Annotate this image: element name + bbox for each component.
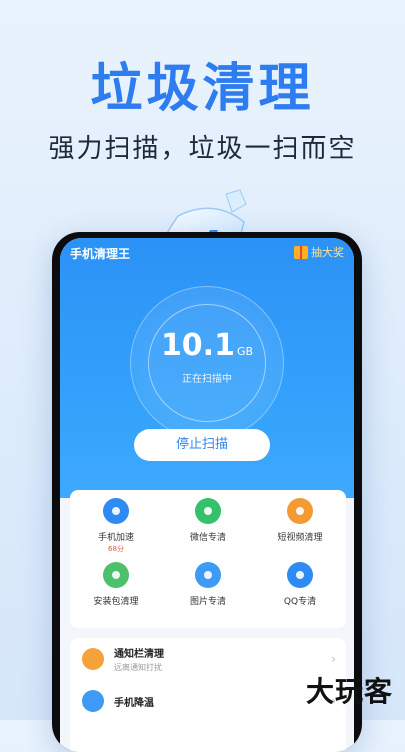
thermometer-icon <box>82 690 104 712</box>
junk-size-unit: GB <box>236 345 254 358</box>
tool-item[interactable]: 安装包清理 <box>70 562 162 626</box>
tool-label: 短视频清理 <box>277 533 323 543</box>
bell-icon <box>82 648 104 670</box>
feature-text: 手机降温 <box>114 694 154 709</box>
tool-label: 微信专清 <box>189 533 226 543</box>
tool-item[interactable]: 微信专清 <box>162 498 254 562</box>
prize-button[interactable]: 抽大奖 <box>294 244 344 260</box>
feature-row[interactable]: 手机降温 › <box>70 680 346 722</box>
tool-sub: 68分 <box>108 545 124 553</box>
tool-item[interactable]: 短视频清理 <box>254 498 346 562</box>
feature-list-card: 通知栏清理 远离通知打扰 › 手机降温 › <box>70 638 346 752</box>
app-title: 手机清理王 <box>70 247 131 261</box>
tools-grid: 手机加速 68分 微信专清 短视频清理安装包清理 图片专清 QQ专清 <box>70 490 346 626</box>
gift-icon <box>294 245 308 259</box>
scan-status-text: 正在扫描中 <box>182 374 232 385</box>
video-icon <box>287 498 313 524</box>
feature-title: 通知栏清理 <box>114 649 164 660</box>
tools-grid-card: 手机加速 68分 微信专清 短视频清理安装包清理 图片专清 QQ专清 <box>70 490 346 628</box>
scan-ring-inner <box>148 304 266 422</box>
tool-label: 安装包清理 <box>93 597 139 607</box>
feature-subtitle: 远离通知打扰 <box>114 663 162 672</box>
feature-row[interactable]: 通知栏清理远离通知打扰 › <box>70 638 346 680</box>
tool-item[interactable]: QQ专清 <box>254 562 346 626</box>
qq-icon <box>287 562 313 588</box>
scan-hero: 手机清理王 抽大奖 10.1 GB 正在扫描中 停止扫描 <box>60 238 354 498</box>
prize-label: 抽大奖 <box>311 246 344 259</box>
watermark-logo: 大玩客 <box>305 675 393 708</box>
android-icon <box>103 562 129 588</box>
image-icon <box>195 562 221 588</box>
chevron-right-icon: › <box>331 652 336 666</box>
stop-scan-button[interactable]: 停止扫描 <box>134 429 270 461</box>
tool-item[interactable]: 图片专清 <box>162 562 254 626</box>
tool-label: 手机加速 <box>97 533 134 543</box>
tool-label: QQ专清 <box>283 597 317 607</box>
junk-size-readout: 10.1 GB <box>60 328 354 363</box>
promo-subline: 强力扫描，垃圾一扫而空 <box>48 134 357 164</box>
tool-label: 图片专清 <box>189 597 226 607</box>
rocket-icon <box>103 498 129 524</box>
promo-headline: 垃圾清理 <box>90 59 315 119</box>
feature-title: 手机降温 <box>114 697 154 709</box>
junk-size-value: 10.1 <box>160 328 235 363</box>
wechat-icon <box>195 498 221 524</box>
tool-item[interactable]: 手机加速 68分 <box>70 498 162 562</box>
feature-text: 通知栏清理远离通知打扰 <box>114 645 164 673</box>
